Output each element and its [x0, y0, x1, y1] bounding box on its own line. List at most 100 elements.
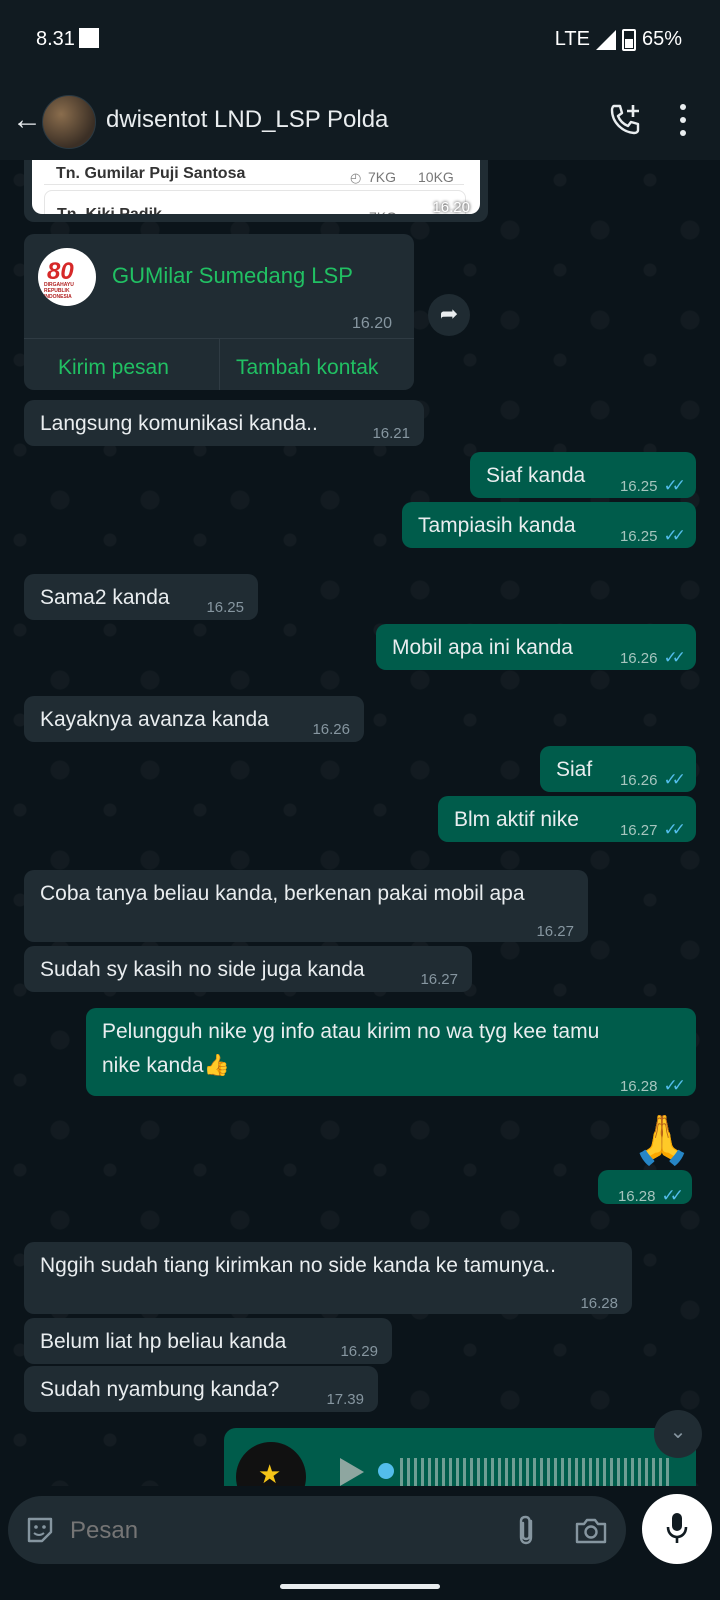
- message-time-text: 16.28: [617, 1188, 656, 1205]
- avatar[interactable]: [42, 95, 96, 149]
- message-text: Tampiasih kanda: [418, 514, 576, 537]
- message-time: 16.28: [580, 1295, 618, 1312]
- message-time: 16.27: [420, 971, 458, 988]
- message-time-text: 16.28: [619, 1078, 658, 1095]
- contact-name[interactable]: dwisentot LND_LSP Polda: [106, 106, 388, 134]
- send-message-button[interactable]: Kirim pesan: [58, 350, 169, 386]
- message-input-bar[interactable]: [8, 1496, 626, 1564]
- contact-card-divider-vertical: [219, 338, 220, 390]
- contact-card-bubble[interactable]: 80 DIRGAHAYU REPUBLIK INDONESIA GUMilar …: [24, 234, 414, 390]
- message-time: 16.26: [312, 721, 350, 738]
- message-time-text: 16.25: [619, 528, 658, 545]
- emoji-message[interactable]: 🙏: [632, 1110, 692, 1172]
- read-ticks-icon: ✓✓: [663, 526, 686, 545]
- message-bubble-incoming[interactable]: Sama2 kanda 16.25: [24, 574, 258, 620]
- camera-icon[interactable]: [574, 1515, 608, 1545]
- message-bubble-outgoing[interactable]: Siaf 16.26 ✓✓: [540, 746, 696, 792]
- forward-button[interactable]: ➦: [428, 294, 470, 336]
- message-time: 16.29: [340, 1343, 378, 1360]
- message-bubble-outgoing[interactable]: Tampiasih kanda 16.25 ✓✓: [402, 502, 696, 548]
- message-bubble-incoming[interactable]: Kayaknya avanza kanda 16.26: [24, 696, 364, 742]
- composer: [0, 1486, 720, 1600]
- message-time: 16.20: [432, 199, 470, 214]
- logo-subtitle: DIRGAHAYU REPUBLIK INDONESIA: [44, 282, 74, 300]
- contact-card-logo: 80 DIRGAHAYU REPUBLIK INDONESIA: [38, 248, 96, 306]
- message-text: Coba tanya beliau kanda, berkenan pakai …: [40, 882, 525, 905]
- chat-header: ← dwisentot LND_LSP Polda: [0, 80, 720, 160]
- attach-icon[interactable]: [514, 1513, 538, 1547]
- notification-icon: [78, 28, 99, 48]
- microphone-icon: [666, 1513, 688, 1543]
- contact-row: Tn. Gumilar Puji Santosa ◴ 7KG 10KG: [44, 160, 464, 185]
- sticker-icon[interactable]: [24, 1514, 56, 1546]
- message-bubble-incoming[interactable]: Sudah nyambung kanda? 17.39: [24, 1366, 378, 1412]
- message-text: Mobil apa ini kanda: [392, 636, 573, 659]
- message-bubble-outgoing[interactable]: Siaf kanda 16.25 ✓✓: [470, 452, 696, 498]
- message-bubble-outgoing[interactable]: Pelungguh nike yg info atau kirim no wa …: [86, 1008, 696, 1096]
- message-time-text: 16.25: [619, 478, 658, 495]
- message-text: Nggih sudah tiang kirimkan no side kanda…: [40, 1254, 556, 1277]
- contact-row-name: Tn. Gumilar Puji Santosa: [56, 165, 246, 182]
- read-ticks-icon: ✓✓: [663, 476, 686, 495]
- message-text-line2: nike kanda👍: [102, 1054, 230, 1077]
- contact-card-name: GUMilar Sumedang LSP: [112, 263, 353, 288]
- message-input[interactable]: [68, 1510, 432, 1552]
- read-ticks-icon: ✓✓: [663, 770, 686, 789]
- message-text: Sama2 kanda: [40, 586, 170, 609]
- voice-note-bubble[interactable]: ★: [224, 1428, 696, 1486]
- message-text: Siaf: [556, 758, 593, 781]
- home-indicator[interactable]: [280, 1584, 440, 1589]
- more-options-icon[interactable]: [680, 104, 688, 143]
- contact-row-w1: 7KG: [369, 199, 397, 214]
- message-time: 16.27: [536, 923, 574, 940]
- add-call-icon[interactable]: [608, 102, 642, 136]
- message-time: 16.26 ✓✓: [619, 762, 686, 799]
- battery-label: 65%: [641, 28, 682, 50]
- message-time: 16.28 ✓✓: [617, 1178, 684, 1215]
- shared-contacts-bubble[interactable]: Tn. Gumilar Puji Santosa ◴ 7KG 10KG Tn. …: [24, 160, 488, 222]
- message-bubble-incoming[interactable]: Sudah sy kasih no side juga kanda 16.27: [24, 946, 472, 992]
- battery-icon: [621, 28, 636, 51]
- contact-row-name: Tn. Kiki Padik: [57, 197, 162, 214]
- message-text: Pelungguh nike yg info atau kirim no wa …: [102, 1020, 600, 1043]
- message-text: Kayaknya avanza kanda: [40, 708, 269, 731]
- message-time-text: 16.26: [619, 650, 658, 667]
- message-time: 17.39: [326, 1391, 364, 1408]
- voice-progress-dot[interactable]: [378, 1463, 394, 1479]
- message-time: 16.21: [372, 425, 410, 442]
- signal-icon: [595, 29, 616, 50]
- message-time: 16.25 ✓✓: [619, 468, 686, 505]
- voice-note-avatar: ★: [236, 1442, 306, 1486]
- profile-emblem-icon: ★: [258, 1459, 282, 1486]
- message-bubble-outgoing[interactable]: Blm aktif nike 16.27 ✓✓: [438, 796, 696, 842]
- back-arrow-icon[interactable]: ←: [12, 105, 42, 135]
- voice-waveform[interactable]: [400, 1458, 670, 1486]
- message-time: 16.28 ✓✓: [619, 1068, 686, 1105]
- read-ticks-icon: ✓✓: [661, 1186, 684, 1205]
- shared-contacts-card: Tn. Gumilar Puji Santosa ◴ 7KG 10KG Tn. …: [32, 160, 480, 214]
- add-contact-button[interactable]: Tambah kontak: [236, 350, 378, 386]
- status-bar: 8.31 LTE 65%: [0, 0, 720, 80]
- message-time: 16.25 ✓✓: [619, 518, 686, 555]
- message-text: Belum liat hp beliau kanda: [40, 1330, 287, 1353]
- message-time: 16.20: [351, 315, 392, 332]
- status-time: 8.31: [36, 28, 99, 51]
- scroll-down-button[interactable]: ⌄: [654, 1410, 702, 1458]
- message-bubble-incoming[interactable]: Belum liat hp beliau kanda 16.29: [24, 1318, 392, 1364]
- mic-button[interactable]: [642, 1494, 712, 1564]
- message-bubble-incoming[interactable]: Nggih sudah tiang kirimkan no side kanda…: [24, 1242, 632, 1314]
- status-right: LTE 65%: [555, 28, 682, 51]
- message-bubble-outgoing[interactable]: Mobil apa ini kanda 16.26 ✓✓: [376, 624, 696, 670]
- message-text: Langsung komunikasi kanda..: [40, 412, 318, 435]
- message-time-text: 16.27: [619, 822, 658, 839]
- contact-row: Tn. Kiki Padik 7KG: [44, 190, 466, 214]
- play-icon[interactable]: [340, 1458, 364, 1486]
- chat-area[interactable]: Tn. Gumilar Puji Santosa ◴ 7KG 10KG Tn. …: [0, 160, 720, 1486]
- message-bubble-incoming[interactable]: Langsung komunikasi kanda.. 16.21: [24, 400, 424, 446]
- message-text: Blm aktif nike: [454, 808, 579, 831]
- message-text: Sudah nyambung kanda?: [40, 1378, 280, 1401]
- message-time: 16.26 ✓✓: [619, 640, 686, 677]
- message-time-text: 16.26: [619, 772, 658, 789]
- message-text: Sudah sy kasih no side juga kanda: [40, 958, 365, 981]
- message-bubble-incoming[interactable]: Coba tanya beliau kanda, berkenan pakai …: [24, 870, 588, 942]
